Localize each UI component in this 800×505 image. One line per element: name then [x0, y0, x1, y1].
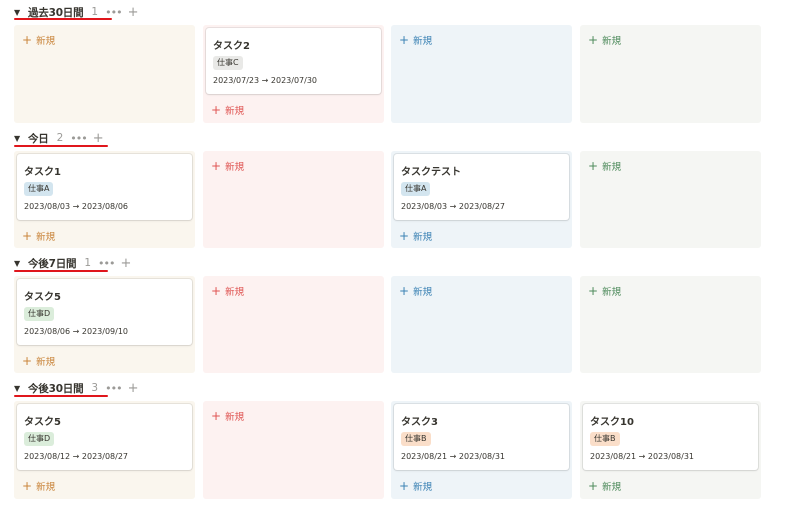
new-button[interactable]: + 新規	[399, 284, 432, 298]
card-dates: 2023/08/03 → 2023/08/27	[401, 202, 506, 211]
plus-icon[interactable]: +	[120, 257, 131, 270]
group-count: 1	[84, 257, 91, 269]
new-button[interactable]: + 新規	[399, 479, 432, 493]
plus-icon: +	[22, 354, 33, 368]
plus-icon: +	[399, 479, 410, 493]
plus-icon: +	[211, 284, 222, 298]
board-column: + 新規	[203, 151, 384, 248]
card-title: タスク5	[24, 292, 61, 303]
board-column: + 新規	[580, 151, 761, 248]
plus-icon[interactable]: +	[93, 132, 104, 145]
card-dates: 2023/08/21 → 2023/08/31	[401, 452, 506, 461]
new-button[interactable]: + 新規	[399, 33, 432, 47]
triangle-down-icon[interactable]: ▼	[14, 8, 28, 17]
board-column: + 新規	[203, 401, 384, 499]
new-button[interactable]: + 新規	[211, 409, 244, 423]
new-button[interactable]: + 新規	[588, 479, 621, 493]
plus-icon: +	[22, 479, 33, 493]
tag-badge: 仕事D	[24, 307, 55, 321]
card-dates: 2023/08/06 → 2023/09/10	[24, 327, 129, 336]
card-title: タスクテスト	[401, 167, 461, 178]
plus-icon[interactable]: +	[128, 382, 139, 395]
tag-badge: 仕事D	[24, 432, 55, 446]
more-icon[interactable]: •••	[70, 132, 87, 145]
plus-icon: +	[588, 284, 599, 298]
new-button[interactable]: + 新規	[211, 103, 244, 117]
new-button[interactable]: + 新規	[588, 33, 621, 47]
board-column: + 新規	[203, 276, 384, 373]
plus-icon: +	[211, 409, 222, 423]
triangle-down-icon[interactable]: ▼	[14, 384, 28, 393]
tag-badge: 仕事A	[401, 182, 431, 196]
new-button[interactable]: + 新規	[211, 284, 244, 298]
card-title: タスク5	[24, 417, 61, 428]
group-count: 3	[91, 382, 99, 394]
plus-icon: +	[211, 159, 222, 173]
new-button[interactable]: + 新規	[399, 229, 432, 243]
plus-icon: +	[588, 159, 599, 173]
red-underline	[14, 145, 108, 147]
board-column: タスクテスト 仕事A 2023/08/03 → 2023/08/27 + 新規	[391, 151, 572, 248]
new-button[interactable]: + 新規	[588, 284, 621, 298]
card-title: タスク10	[590, 417, 634, 428]
board-column: + 新規	[580, 25, 761, 123]
more-icon[interactable]: •••	[105, 382, 122, 395]
tag-badge: 仕事C	[213, 56, 243, 70]
more-icon[interactable]: •••	[105, 6, 122, 19]
task-card[interactable]: タスクテスト 仕事A 2023/08/03 → 2023/08/27	[394, 154, 569, 220]
plus-icon[interactable]: +	[128, 6, 139, 19]
card-dates: 2023/07/23 → 2023/07/30	[213, 76, 318, 85]
group-title: 今日	[28, 132, 49, 145]
more-icon[interactable]: •••	[98, 257, 115, 270]
card-title: タスク1	[24, 167, 61, 178]
board-column: タスク5 仕事D 2023/08/06 → 2023/09/10 + 新規	[14, 276, 195, 373]
red-underline	[14, 270, 108, 272]
plus-icon: +	[399, 284, 410, 298]
group-title: 今後7日間	[28, 257, 77, 270]
plus-icon: +	[399, 229, 410, 243]
plus-icon: +	[399, 33, 410, 47]
card-dates: 2023/08/03 → 2023/08/06	[24, 202, 129, 211]
group-title: 今後30日間	[28, 382, 84, 395]
task-card[interactable]: タスク2 仕事C 2023/07/23 → 2023/07/30	[206, 28, 381, 94]
new-button[interactable]: + 新規	[22, 354, 55, 368]
triangle-down-icon[interactable]: ▼	[14, 134, 28, 143]
board-column: + 新規	[580, 276, 761, 373]
tag-badge: 仕事A	[24, 182, 54, 196]
board-column: + 新規	[14, 25, 195, 123]
red-underline	[14, 395, 108, 397]
new-button[interactable]: + 新規	[211, 159, 244, 173]
red-underline	[14, 18, 112, 20]
card-title: タスク2	[213, 41, 250, 52]
board-column: タスク10 仕事B 2023/08/21 → 2023/08/31 + 新規	[580, 401, 761, 499]
new-button[interactable]: + 新規	[22, 33, 55, 47]
tag-badge: 仕事B	[401, 432, 431, 446]
task-card[interactable]: タスク1 仕事A 2023/08/03 → 2023/08/06	[17, 154, 192, 220]
plus-icon: +	[22, 33, 33, 47]
task-card[interactable]: タスク3 仕事B 2023/08/21 → 2023/08/31	[394, 404, 569, 470]
triangle-down-icon[interactable]: ▼	[14, 259, 28, 268]
board-column: タスク2 仕事C 2023/07/23 → 2023/07/30 + 新規	[203, 25, 384, 123]
board-column: タスク5 仕事D 2023/08/12 → 2023/08/27 + 新規	[14, 401, 195, 499]
plus-icon: +	[588, 479, 599, 493]
board-column: タスク1 仕事A 2023/08/03 → 2023/08/06 + 新規	[14, 151, 195, 248]
board-column: + 新規	[391, 276, 572, 373]
card-title: タスク3	[401, 417, 438, 428]
new-button[interactable]: + 新規	[22, 229, 55, 243]
tag-badge: 仕事B	[590, 432, 620, 446]
task-card[interactable]: タスク5 仕事D 2023/08/06 → 2023/09/10	[17, 279, 192, 345]
plus-icon: +	[588, 33, 599, 47]
board-column: + 新規	[391, 25, 572, 123]
new-button[interactable]: + 新規	[588, 159, 621, 173]
group-count: 1	[91, 6, 99, 18]
plus-icon: +	[211, 103, 222, 117]
task-card[interactable]: タスク10 仕事B 2023/08/21 → 2023/08/31	[583, 404, 758, 470]
card-dates: 2023/08/21 → 2023/08/31	[590, 452, 695, 461]
plus-icon: +	[22, 229, 33, 243]
new-button[interactable]: + 新規	[22, 479, 55, 493]
board-column: タスク3 仕事B 2023/08/21 → 2023/08/31 + 新規	[391, 401, 572, 499]
card-dates: 2023/08/12 → 2023/08/27	[24, 452, 129, 461]
task-card[interactable]: タスク5 仕事D 2023/08/12 → 2023/08/27	[17, 404, 192, 470]
group-count: 2	[56, 132, 64, 144]
